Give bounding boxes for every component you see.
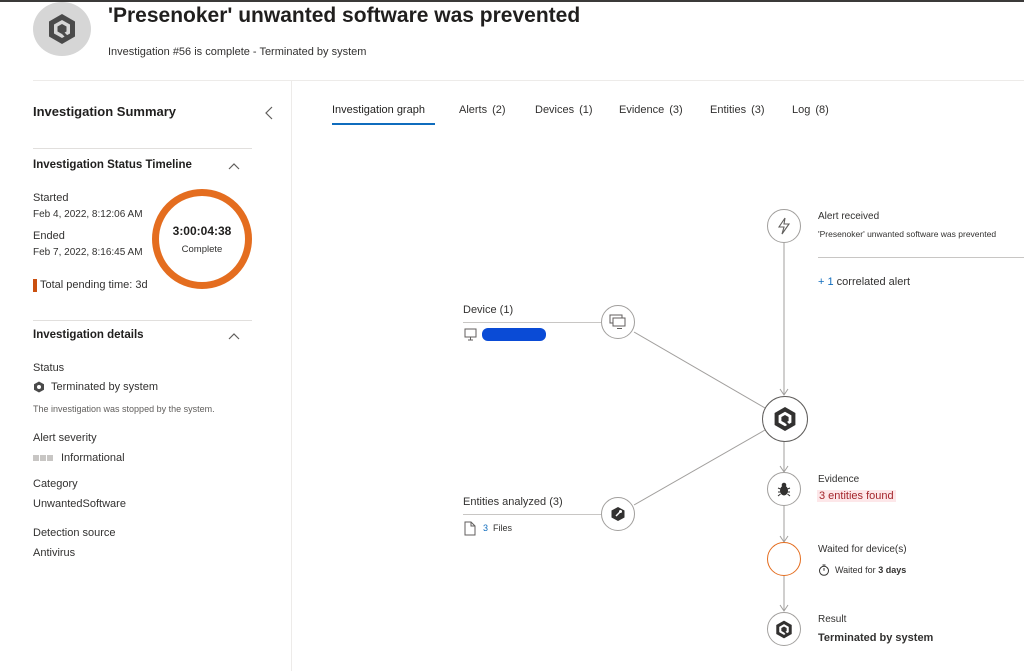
result-label: Result xyxy=(818,614,847,625)
investigation-icon xyxy=(776,620,792,638)
evidence-node[interactable] xyxy=(767,472,801,506)
investigation-icon xyxy=(774,407,796,431)
investigation-node[interactable] xyxy=(762,396,808,442)
correlated-alert-link[interactable]: + 1 correlated alert xyxy=(818,276,910,288)
waited-row: Waited for 3 days xyxy=(818,564,906,576)
waited-label: Waited for device(s) xyxy=(818,544,907,555)
result-node[interactable] xyxy=(767,612,801,646)
entities-label: Entities analyzed (3) xyxy=(463,496,563,508)
device-node[interactable] xyxy=(601,305,635,339)
entities-node[interactable] xyxy=(601,497,635,531)
device-underline xyxy=(463,322,601,323)
device-icon xyxy=(464,328,477,341)
monitors-icon xyxy=(609,314,626,329)
alert-node[interactable] xyxy=(767,209,801,243)
alert-received-text: 'Presenoker' unwanted software was preve… xyxy=(818,229,997,239)
evidence-found-link[interactable]: 3 entities found xyxy=(817,490,896,502)
waiting-node[interactable] xyxy=(767,542,801,576)
result-value: Terminated by system xyxy=(818,632,934,644)
file-icon xyxy=(464,521,476,536)
lightning-icon xyxy=(777,217,791,235)
stopwatch-icon xyxy=(819,564,829,576)
device-label: Device (1) xyxy=(463,304,514,316)
entity-shield-icon xyxy=(611,507,625,521)
bug-icon xyxy=(777,482,791,497)
redacted-device-name xyxy=(482,328,546,341)
entities-underline xyxy=(463,514,601,515)
files-summary[interactable]: 3 Files xyxy=(483,523,512,533)
alert-divider xyxy=(818,257,1024,258)
alert-received-label: Alert received xyxy=(818,211,880,222)
evidence-label: Evidence xyxy=(818,474,860,485)
